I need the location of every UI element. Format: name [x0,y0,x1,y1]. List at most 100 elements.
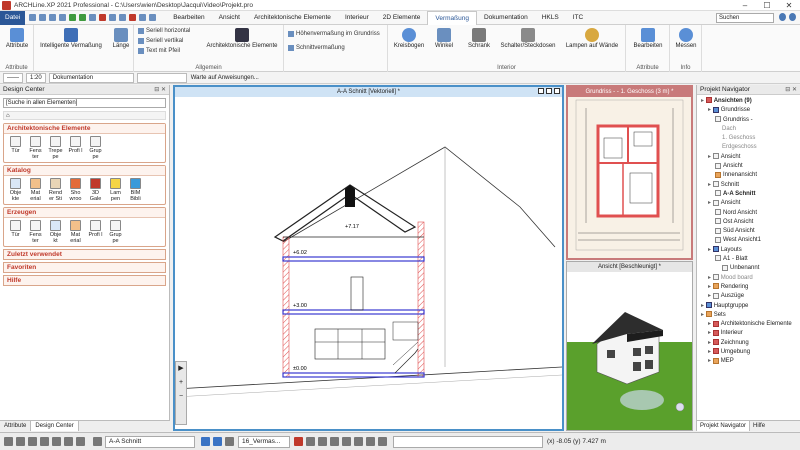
3d-view[interactable]: Ansicht [Beschleunigt] * [566,261,693,431]
help-icon[interactable] [789,13,796,21]
command-input[interactable] [393,435,543,448]
tab-interieur[interactable]: Interieur [338,11,376,25]
snap-icon[interactable] [119,14,127,21]
tree-item[interactable]: Erdgeschoss [699,143,798,152]
create-door-item[interactable]: Tür [7,220,24,244]
current-layer-field[interactable]: 16_Vermas... [238,435,290,448]
scale-select[interactable]: 1:20 [26,72,46,83]
tab-attribute[interactable]: Attribute [0,421,30,431]
dimension-icon[interactable] [129,14,137,21]
switch-socket-button[interactable]: Schalter/Steckdosen [498,28,558,49]
bim-library-item[interactable]: BIM Bibli [127,178,144,202]
tree-item[interactable]: Dach [699,125,798,134]
height-dimension-plan-button[interactable]: Höhenvermaßung im Grundriss [288,31,380,37]
save-icon[interactable] [49,14,57,21]
arc-button[interactable]: Kreisbogen [392,28,426,49]
section-header[interactable]: Erzeugen [4,208,165,218]
tab-design-center[interactable]: Design Center [30,421,79,431]
refresh-icon[interactable] [149,14,157,21]
home-breadcrumb[interactable]: ⌂ [3,111,166,120]
render-style-item[interactable]: Rend er Sti [47,178,64,202]
length-button[interactable]: Länge [110,28,132,49]
pen-icon[interactable] [76,437,85,446]
tab-architektonische-elemente[interactable]: Architektonische Elemente [247,11,338,25]
tree-item[interactable]: ▸ Ansichten (9) [699,97,798,106]
plus-icon[interactable] [366,437,375,446]
tree-item[interactable]: Innenansicht [699,171,798,180]
new-icon[interactable] [29,14,37,21]
tree-item[interactable]: ▸ Rendering [699,283,798,292]
measure-tool-icon[interactable] [330,437,339,446]
tab-dokumentation[interactable]: Dokumentation [477,11,535,25]
grid-toggle-icon[interactable] [16,437,25,446]
tab-project-navigator[interactable]: Projekt Navigator [697,421,751,431]
tree-item[interactable]: ▸ Schnitt [699,181,798,190]
create-window-item[interactable]: Fens ter [27,220,44,244]
arrow-up-icon[interactable] [201,437,210,446]
property-select[interactable] [136,72,187,83]
lamps-on-walls-button[interactable]: Lampen auf Wände [560,28,624,49]
tab-hkls[interactable]: HKLS [535,11,566,25]
3d-navigation-widget[interactable] [620,390,664,410]
section-header[interactable]: Architektonische Elemente [4,124,165,134]
info-icon[interactable] [779,13,786,21]
serial-vertical-button[interactable]: Seriell vertikal [138,38,183,44]
cursor-icon[interactable] [64,437,73,446]
tree-item[interactable]: ▸ Layouts [699,246,798,255]
tab-bearbeiten[interactable]: Bearbeiten [166,11,211,25]
cabinet-button[interactable]: Schrank [464,28,494,49]
tree-item[interactable]: A1 - Blatt [699,255,798,264]
create-object-item[interactable]: Obje kt [47,220,64,244]
tab-help[interactable]: Hilfe [750,421,768,431]
lamps-item[interactable]: Lam pen [107,178,124,202]
showroom-item[interactable]: Sho wroo [67,178,84,202]
text-icon[interactable] [318,437,327,446]
3d-compass-icon[interactable] [675,402,685,412]
tree-item[interactable]: ▸ MEP [699,357,798,366]
ortho-toggle-icon[interactable] [40,437,49,446]
tree-item[interactable]: ▸ Zeichnung [699,339,798,348]
tab-vermassung[interactable]: Vermaßung [427,10,477,25]
3d-gallery-item[interactable]: 3D Gale [87,178,104,202]
window-item[interactable]: Fens ter [27,136,44,160]
tree-item[interactable]: Süd Ansicht [699,227,798,236]
tab-2d-elemente[interactable]: 2D Elemente [376,11,428,25]
tree-item[interactable]: ▸ Mood board [699,274,798,283]
eraser-icon[interactable] [294,437,303,446]
tree-item[interactable]: ▸ Ansicht [699,153,798,162]
tree-item[interactable]: ▸ Interieur [699,329,798,338]
delete-icon[interactable] [99,14,107,21]
edit-button[interactable]: Bearbeiten [628,28,668,49]
pan-right-icon[interactable]: ▶ [176,362,186,376]
tree-item[interactable]: ▸ Umgebung [699,348,798,357]
section-dimension-button[interactable]: Schnittvermaßung [288,45,345,51]
material-item[interactable]: Mat erial [27,178,44,202]
view-selector[interactable]: A-A Schnitt [93,435,195,448]
layer-selector[interactable]: 16_Vermas... [238,435,290,448]
objects-item[interactable]: Obje kte [7,178,24,202]
undo-icon[interactable] [69,14,77,21]
tree-item[interactable]: A-A Schnitt [699,190,798,199]
section-recently-used[interactable]: Zuletzt verwendet [3,249,166,260]
minimize-view-icon[interactable] [538,88,544,94]
tree-item[interactable]: ▸ Grundrisse [699,106,798,115]
plan-view[interactable]: Grundriss - - 1. Geschoss (3 m) * [566,85,693,260]
measure-button[interactable]: Messen [672,28,700,49]
create-material-item[interactable]: Mat erial [67,220,84,244]
pin-icon[interactable]: ⊟ ✕ [154,85,166,95]
grid-icon[interactable] [109,14,117,21]
open-icon[interactable] [39,14,47,21]
tab-ansicht[interactable]: Ansicht [212,11,247,25]
stairs-item[interactable]: Trepe pe [47,136,64,160]
section-header[interactable]: Katalog [4,166,165,176]
tree-item[interactable]: ▸ Ansicht [699,199,798,208]
section-help[interactable]: Hilfe [3,275,166,286]
architectural-elements-dim-button[interactable]: Architektonische Elemente [202,28,282,49]
layer-select[interactable]: Dokumentation [48,72,134,83]
angle-button[interactable]: Winkel [430,28,458,49]
tab-itc[interactable]: ITC [566,11,590,25]
snap-options-icon[interactable] [354,437,363,446]
search-input[interactable]: Suchen [716,13,774,23]
tree-item[interactable]: ▸ Hauptgruppe [699,301,798,311]
group-item[interactable]: Grup pe [87,136,104,160]
